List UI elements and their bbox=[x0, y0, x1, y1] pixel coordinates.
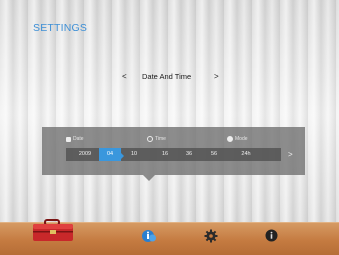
day-field[interactable]: 10 bbox=[124, 148, 144, 161]
time-header-label: Time bbox=[155, 136, 166, 142]
clock-icon bbox=[147, 136, 153, 142]
section-nav: < Date And Time > bbox=[0, 72, 339, 84]
calendar-icon bbox=[66, 136, 71, 142]
next-section-button[interactable]: > bbox=[214, 72, 219, 81]
month-field[interactable]: 04 bbox=[99, 148, 124, 161]
year-field[interactable]: 2009 bbox=[72, 148, 98, 161]
info-icon[interactable] bbox=[265, 229, 278, 242]
settings-screen: SETTINGS < Date And Time > Date Time Mod… bbox=[0, 0, 339, 255]
mode-header-label: Mode bbox=[235, 136, 248, 142]
prev-section-button[interactable]: < bbox=[122, 72, 127, 81]
date-time-panel: Date Time Mode 2009 04 10 16 36 56 24h > bbox=[42, 127, 305, 181]
date-header: Date bbox=[66, 136, 84, 142]
section-title: Date And Time bbox=[142, 72, 192, 81]
date-time-fields: 2009 04 10 16 36 56 24h bbox=[66, 148, 281, 161]
second-field[interactable]: 56 bbox=[204, 148, 224, 161]
gear-icon[interactable] bbox=[204, 229, 218, 243]
panel-pointer bbox=[143, 175, 155, 181]
toolbox-icon[interactable] bbox=[31, 219, 75, 243]
mode-header: Mode bbox=[227, 136, 248, 142]
panel-next-button[interactable]: > bbox=[288, 150, 293, 159]
hour-field[interactable]: 16 bbox=[155, 148, 175, 161]
info-bubble-icon[interactable] bbox=[141, 229, 157, 243]
mode-field[interactable]: 24h bbox=[231, 148, 261, 161]
mode-icon bbox=[227, 136, 233, 142]
page-title: SETTINGS bbox=[33, 22, 88, 34]
time-header: Time bbox=[147, 136, 166, 142]
date-header-label: Date bbox=[73, 136, 84, 142]
minute-field[interactable]: 36 bbox=[179, 148, 199, 161]
